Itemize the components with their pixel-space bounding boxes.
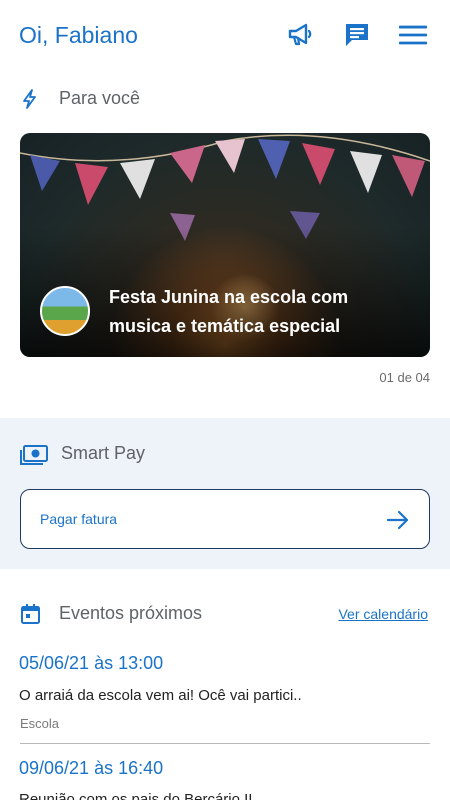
megaphone-icon[interactable] <box>286 20 316 50</box>
pay-invoice-label: Pagar fatura <box>40 511 118 527</box>
pay-invoice-button[interactable]: Pagar fatura <box>20 489 430 549</box>
event-description[interactable]: Reunião com os pais do Berçário II <box>19 791 252 800</box>
event-date[interactable]: 05/06/21 às 13:00 <box>19 653 163 674</box>
for-you-title: Para você <box>59 88 141 108</box>
menu-icon[interactable] <box>398 20 428 50</box>
greeting-title: Oi, Fabiano <box>19 22 138 48</box>
app-header: Oi, Fabiano <box>0 0 450 72</box>
featured-carousel[interactable]: Festa Junina na escola com musica e temá… <box>20 133 430 357</box>
money-icon <box>19 443 49 467</box>
events-title: Eventos próximos <box>59 603 203 623</box>
event-tag: Escola <box>20 716 60 731</box>
lightning-icon <box>19 88 41 110</box>
calendar-icon <box>20 603 42 625</box>
chat-icon[interactable] <box>342 20 372 50</box>
event-date[interactable]: 09/06/21 às 16:40 <box>19 758 163 779</box>
carousel-caption: Festa Junina na escola com musica e temá… <box>109 287 349 336</box>
arrow-right-icon <box>386 510 409 530</box>
event-description[interactable]: O arraiá da escola vem ai! Ocê vai parti… <box>19 687 302 704</box>
divider <box>20 743 430 744</box>
carousel-pager: 01 de 04 <box>379 370 430 385</box>
view-calendar-link[interactable]: Ver calendário <box>338 606 428 622</box>
smart-pay-title: Smart Pay <box>61 443 146 463</box>
event-thumbnail <box>40 286 90 336</box>
